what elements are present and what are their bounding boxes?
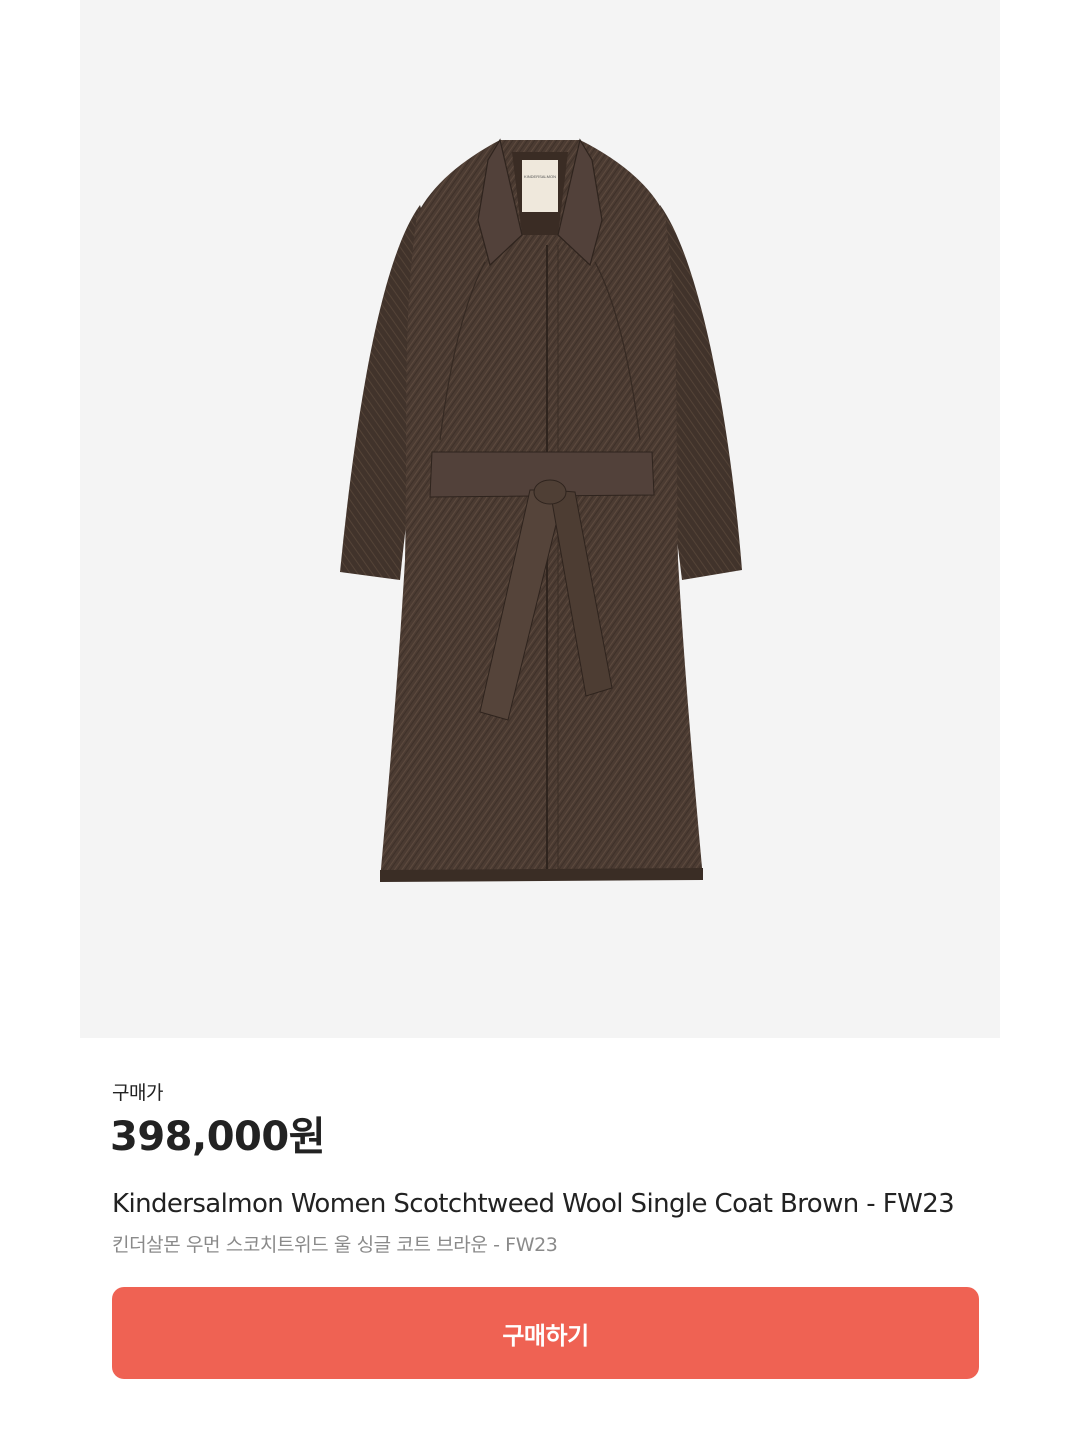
product-image: KINDERSALMON <box>80 0 1000 1038</box>
product-detail-page: KINDERSALMON 구매가 398,000원 Kindersalmon W… <box>0 0 1080 1440</box>
price-label: 구매가 <box>112 1082 163 1104</box>
product-name-korean: 킨더살몬 우먼 스코치트위드 울 싱글 코트 브라운 - FW23 <box>112 1234 558 1256</box>
buy-button[interactable]: 구매하기 <box>112 1287 979 1379</box>
coat-brand-label: KINDERSALMON <box>524 174 556 179</box>
price-value: 398,000원 <box>110 1114 326 1160</box>
product-name-english: Kindersalmon Women Scotchtweed Wool Sing… <box>112 1189 955 1219</box>
coat-illustration: KINDERSALMON <box>340 138 742 882</box>
